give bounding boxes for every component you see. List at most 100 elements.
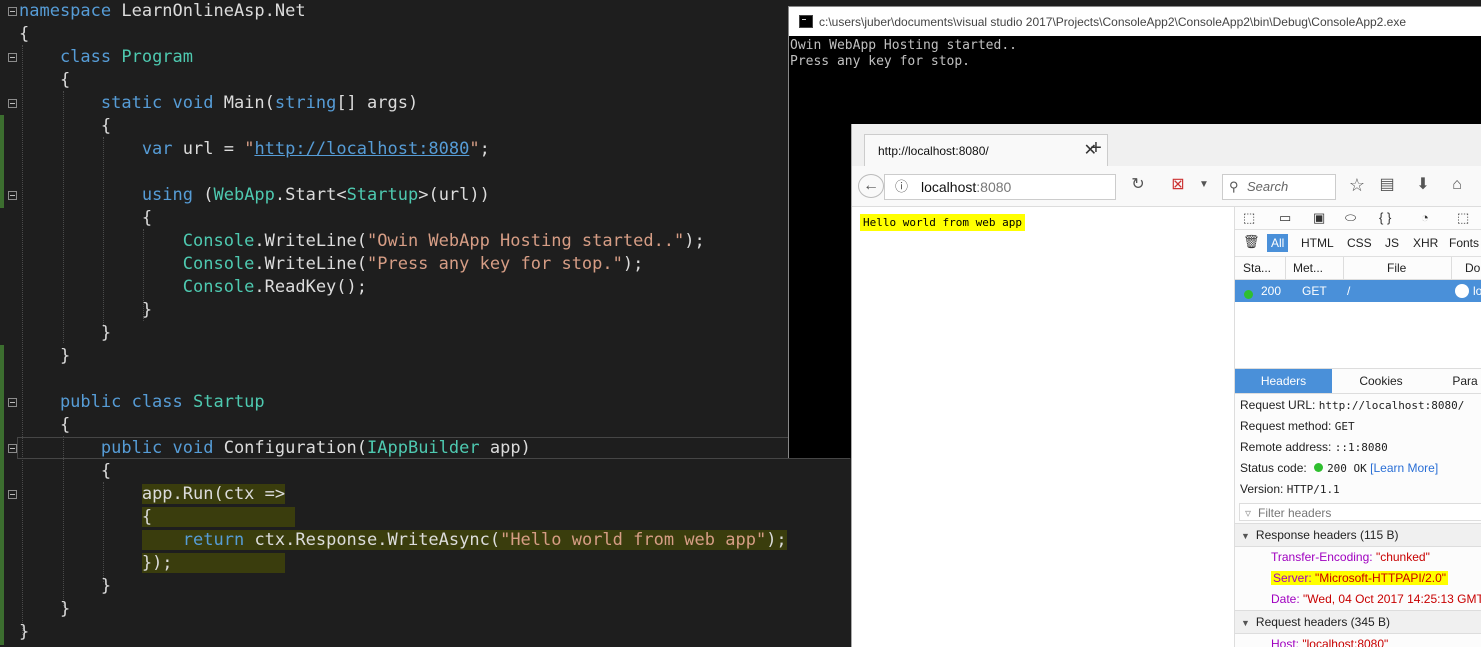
fold-toggle-icon[interactable] [8,53,17,62]
memory-icon[interactable]: ⬚ [1457,210,1469,226]
tab-headers[interactable]: Headers [1235,369,1332,393]
blocked-content-icon[interactable]: ⊠ [1168,173,1188,197]
style-editor-icon[interactable]: ⬭ [1345,210,1356,226]
filter-xhr[interactable]: XHR [1409,234,1442,252]
address-bar[interactable]: ⓘ localhost:8080 [884,174,1116,200]
filter-headers-placeholder: Filter headers [1258,506,1332,520]
change-marker [0,115,4,208]
code-line[interactable]: Console.ReadKey(); [19,276,367,299]
code-line[interactable]: { [19,69,70,92]
summary-row: Request URL: http://localhost:8080/ [1240,398,1465,412]
filter-js[interactable]: JS [1381,234,1403,252]
console-icon[interactable]: ▭ [1279,210,1291,226]
collapse-triangle-icon: ▼ [1241,531,1250,541]
header-row: Transfer-Encoding: "chunked" [1271,550,1430,564]
code-token: .WriteLine( [254,231,367,251]
braces-icon[interactable]: { } [1379,210,1391,225]
code-token: Startup [346,185,419,205]
code-line[interactable]: Console.WriteLine("Press any key for sto… [19,253,644,276]
code-token: Startup [193,392,265,412]
fold-toggle-icon[interactable] [8,490,17,499]
code-line[interactable]: } [19,322,111,345]
code-line[interactable]: app.Run(ctx => [19,483,286,506]
code-line[interactable]: { [19,414,70,437]
debugger-icon[interactable]: ▣ [1313,210,1325,226]
code-line[interactable]: } [19,621,29,644]
filter-headers-input[interactable]: ▿ Filter headers [1239,503,1481,521]
dropdown-chevron-down-icon[interactable]: ▼ [1196,173,1212,197]
code-line[interactable]: { [19,115,111,138]
code-line[interactable]: class Program [19,46,193,69]
column-domain[interactable]: Do [1465,261,1480,275]
fold-toggle-icon[interactable] [8,99,17,108]
inspect-element-icon[interactable]: ⬚ [1243,210,1255,226]
code-line[interactable]: var url = "http://localhost:8080"; [19,138,490,161]
column-status[interactable]: Sta... [1243,261,1271,275]
code-line[interactable]: } [19,598,70,621]
request-list-empty-area [1235,302,1481,369]
filter-all[interactable]: All [1267,234,1289,252]
url-port: :8080 [976,179,1012,195]
code-line[interactable]: } [19,575,111,598]
code-line[interactable]: Console.WriteLine("Owin WebApp Hosting s… [19,230,705,253]
performance-icon[interactable]: ◔ [1421,210,1429,225]
request-status: 200 [1261,284,1282,298]
code-line[interactable]: }); [19,552,286,575]
filter-html[interactable]: HTML [1297,234,1338,252]
code-line[interactable]: { [19,207,152,230]
code-line[interactable]: using (WebApp.Start<Startup>(url)) [19,184,490,207]
code-token: LearnOnlineAsp.Net [121,1,306,21]
trash-icon[interactable]: 🗑 [1243,234,1260,250]
code-token: http://localhost:8080 [254,139,470,159]
code-token: { [19,208,153,228]
back-arrow-icon[interactable]: ← [858,174,884,198]
home-icon[interactable]: ⌂ [1446,173,1468,197]
console-titlebar[interactable]: c:\users\juber\documents\visual studio 2… [789,7,1481,36]
fold-toggle-icon[interactable] [8,444,17,453]
code-line[interactable]: } [19,345,70,368]
table-row[interactable]: 200 GET / lo [1235,280,1481,302]
response-headers-section[interactable]: ▼ Response headers (115 B) [1235,523,1481,547]
details-tabs: Headers Cookies Para [1235,369,1481,394]
code-token: Configuration [223,438,357,458]
code-line[interactable]: static void Main(string[] args) [19,92,418,115]
fold-toggle-icon[interactable] [8,398,17,407]
filter-css[interactable]: CSS [1343,234,1376,252]
code-line[interactable]: { [19,23,29,46]
library-icon[interactable]: ▤ [1376,173,1398,197]
fold-toggle-icon[interactable] [8,7,17,16]
network-devtools-panel[interactable]: ⬚ ▭ ▣ ⬭ { } ◔ ⬚ 🗑 All HTML CSS JS XHR Fo… [1234,207,1481,647]
code-line[interactable]: namespace LearnOnlineAsp.Net [19,0,306,23]
download-icon[interactable]: ⬇ [1412,173,1434,197]
code-line[interactable]: public class Startup [19,391,265,414]
code-token: } [19,323,112,343]
tab-cookies[interactable]: Cookies [1333,369,1429,393]
new-tab-icon[interactable]: + [1081,132,1111,164]
code-line[interactable]: { [19,506,296,529]
reload-icon[interactable]: ↻ [1128,173,1148,197]
headers-summary: Request URL: http://localhost:8080/ Requ… [1235,394,1481,500]
code-line[interactable]: { [19,460,111,483]
code-token: static void [19,93,224,113]
console-app-icon [799,15,813,28]
code-token: ( [203,185,214,205]
column-file[interactable]: File [1387,261,1406,275]
code-line[interactable]: public void Configuration(IAppBuilder ap… [19,437,531,460]
bookmark-star-icon[interactable]: ☆ [1346,173,1368,197]
code-line[interactable]: return ctx.Response.WriteAsync("Hello wo… [19,529,787,552]
browser-window[interactable]: http://localhost:8080/ ✕ + ← ⓘ localhost… [851,124,1481,647]
filter-fonts[interactable]: Fonts [1445,234,1481,252]
browser-tab[interactable]: http://localhost:8080/ ✕ [864,134,1108,166]
learn-more-link[interactable]: [Learn More] [1370,461,1438,475]
code-line[interactable]: } [19,299,152,322]
tab-params[interactable]: Para [1430,369,1481,393]
search-input[interactable]: ⚲ Search [1222,174,1336,200]
request-file: / [1347,284,1351,298]
request-headers-section[interactable]: ▼ Request headers (345 B) [1235,610,1481,634]
column-method[interactable]: Met... [1293,261,1323,275]
info-icon[interactable]: ⓘ [895,175,908,199]
fold-toggle-icon[interactable] [8,191,17,200]
